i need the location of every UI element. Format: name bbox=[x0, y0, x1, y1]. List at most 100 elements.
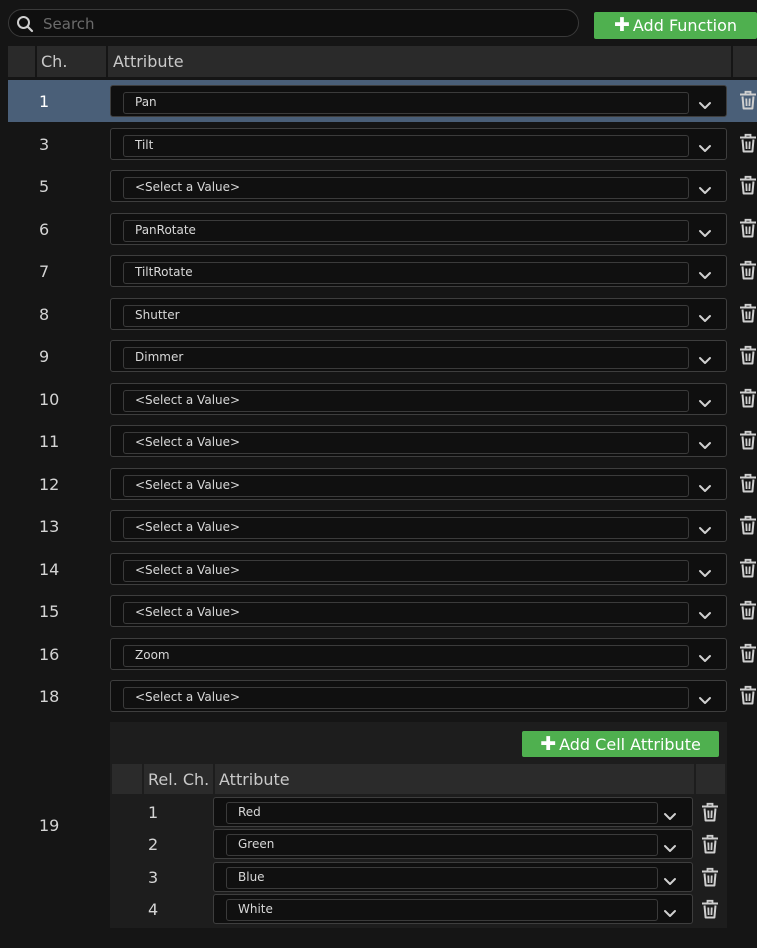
attribute-value-box[interactable]: <Select a Value> bbox=[123, 432, 689, 454]
attribute-dropdown[interactable]: Tilt bbox=[110, 128, 727, 160]
attribute-dropdown[interactable]: Shutter bbox=[110, 298, 727, 330]
trash-icon[interactable] bbox=[739, 388, 757, 408]
relative-channel-number: 4 bbox=[148, 900, 159, 919]
chevron-down-icon[interactable] bbox=[698, 309, 712, 322]
attribute-dropdown[interactable]: <Select a Value> bbox=[110, 680, 727, 712]
trash-icon[interactable] bbox=[739, 175, 757, 195]
attribute-value-box[interactable]: <Select a Value> bbox=[123, 687, 689, 709]
cell-attribute-dropdown[interactable]: Red bbox=[213, 797, 693, 827]
attribute-value-box[interactable]: PanRotate bbox=[123, 220, 689, 242]
attribute-value-box[interactable]: Pan bbox=[123, 92, 689, 114]
chevron-down-icon[interactable] bbox=[698, 394, 712, 407]
channel-number: 1 bbox=[39, 92, 50, 111]
chevron-down-icon[interactable] bbox=[698, 479, 712, 492]
add-function-button[interactable]: ✚ Add Function bbox=[594, 12, 757, 39]
trash-icon[interactable] bbox=[739, 643, 757, 663]
attribute-dropdown[interactable]: TiltRotate bbox=[110, 255, 727, 287]
cell-attribute-dropdown[interactable]: White bbox=[213, 894, 693, 924]
attribute-dropdown[interactable]: <Select a Value> bbox=[110, 468, 727, 500]
channel-number: 15 bbox=[39, 602, 60, 621]
chevron-down-icon[interactable] bbox=[663, 904, 677, 917]
cell-attribute-value-box[interactable]: White bbox=[226, 899, 658, 921]
cell-header-attribute[interactable]: Attribute bbox=[219, 770, 290, 789]
chevron-down-icon[interactable] bbox=[698, 139, 712, 152]
attribute-value-box[interactable]: <Select a Value> bbox=[123, 602, 689, 624]
chevron-down-icon[interactable] bbox=[698, 649, 712, 662]
attribute-dropdown[interactable]: <Select a Value> bbox=[110, 510, 727, 542]
attribute-value-box[interactable]: Tilt bbox=[123, 135, 689, 157]
chevron-down-icon[interactable] bbox=[663, 839, 677, 852]
attribute-value-box[interactable]: Zoom bbox=[123, 645, 689, 667]
trash-icon[interactable] bbox=[739, 558, 757, 578]
trash-icon[interactable] bbox=[739, 218, 757, 238]
chevron-down-icon[interactable] bbox=[698, 564, 712, 577]
trash-icon[interactable] bbox=[739, 303, 757, 323]
cell-attribute-value-box[interactable]: Blue bbox=[226, 867, 658, 889]
header-attribute[interactable] bbox=[108, 46, 731, 77]
attribute-value: <Select a Value> bbox=[135, 690, 241, 704]
cell-attribute-dropdown[interactable]: Blue bbox=[213, 862, 693, 892]
chevron-down-icon[interactable] bbox=[698, 181, 712, 194]
trash-icon[interactable] bbox=[739, 430, 757, 450]
attribute-value-box[interactable]: <Select a Value> bbox=[123, 517, 689, 539]
trash-icon[interactable] bbox=[701, 834, 719, 854]
cell-attribute-value-box[interactable]: Red bbox=[226, 802, 658, 824]
attribute-value-box[interactable]: <Select a Value> bbox=[123, 560, 689, 582]
attribute-value-box[interactable]: TiltRotate bbox=[123, 262, 689, 284]
cell-attribute-value-box[interactable]: Green bbox=[226, 834, 658, 856]
channel-number: 14 bbox=[39, 560, 60, 579]
cell-attribute-dropdown[interactable]: Green bbox=[213, 829, 693, 859]
attribute-dropdown[interactable]: Dimmer bbox=[110, 340, 727, 372]
attribute-value: <Select a Value> bbox=[135, 435, 241, 449]
attribute-value-box[interactable]: <Select a Value> bbox=[123, 475, 689, 497]
chevron-down-icon[interactable] bbox=[698, 351, 712, 364]
search-box[interactable] bbox=[8, 9, 579, 38]
trash-icon[interactable] bbox=[739, 515, 757, 535]
chevron-down-icon[interactable] bbox=[698, 691, 712, 704]
attribute-value: <Select a Value> bbox=[135, 180, 241, 194]
attribute-value-box[interactable]: Shutter bbox=[123, 305, 689, 327]
attribute-dropdown[interactable]: Pan bbox=[110, 85, 727, 117]
attribute-dropdown[interactable]: Zoom bbox=[110, 638, 727, 670]
trash-icon[interactable] bbox=[739, 260, 757, 280]
cell-attribute-value: Red bbox=[238, 805, 261, 819]
chevron-down-icon[interactable] bbox=[698, 266, 712, 279]
attribute-value: <Select a Value> bbox=[135, 563, 241, 577]
trash-icon[interactable] bbox=[739, 685, 757, 705]
attribute-dropdown[interactable]: <Select a Value> bbox=[110, 595, 727, 627]
channel-number: 10 bbox=[39, 390, 60, 409]
attribute-dropdown[interactable]: <Select a Value> bbox=[110, 383, 727, 415]
attribute-dropdown[interactable]: <Select a Value> bbox=[110, 170, 727, 202]
add-cell-attribute-label: Add Cell Attribute bbox=[559, 734, 701, 754]
trash-icon[interactable] bbox=[701, 802, 719, 822]
attribute-dropdown[interactable]: <Select a Value> bbox=[110, 553, 727, 585]
trash-icon[interactable] bbox=[739, 133, 757, 153]
relative-channel-number: 3 bbox=[148, 868, 159, 887]
chevron-down-icon[interactable] bbox=[698, 96, 712, 109]
add-cell-attribute-button[interactable]: ✚ Add Cell Attribute bbox=[522, 731, 719, 757]
trash-icon[interactable] bbox=[701, 899, 719, 919]
search-input[interactable] bbox=[41, 10, 565, 38]
cell-attribute-value: Blue bbox=[238, 870, 265, 884]
attribute-value: <Select a Value> bbox=[135, 605, 241, 619]
chevron-down-icon[interactable] bbox=[698, 606, 712, 619]
trash-icon[interactable] bbox=[739, 600, 757, 620]
trash-icon[interactable] bbox=[701, 867, 719, 887]
attribute-dropdown[interactable]: <Select a Value> bbox=[110, 425, 727, 457]
chevron-down-icon[interactable] bbox=[698, 521, 712, 534]
cell-header-rel-ch[interactable]: Rel. Ch. bbox=[148, 770, 209, 789]
search-icon bbox=[17, 16, 34, 33]
attribute-dropdown[interactable]: PanRotate bbox=[110, 213, 727, 245]
chevron-down-icon[interactable] bbox=[663, 807, 677, 820]
trash-icon[interactable] bbox=[739, 90, 757, 110]
trash-icon[interactable] bbox=[739, 345, 757, 365]
channel-number: 9 bbox=[39, 347, 50, 366]
chevron-down-icon[interactable] bbox=[663, 872, 677, 885]
attribute-value-box[interactable]: Dimmer bbox=[123, 347, 689, 369]
add-function-label: Add Function bbox=[632, 16, 738, 35]
trash-icon[interactable] bbox=[739, 473, 757, 493]
attribute-value-box[interactable]: <Select a Value> bbox=[123, 177, 689, 199]
attribute-value-box[interactable]: <Select a Value> bbox=[123, 390, 689, 412]
chevron-down-icon[interactable] bbox=[698, 436, 712, 449]
chevron-down-icon[interactable] bbox=[698, 224, 712, 237]
